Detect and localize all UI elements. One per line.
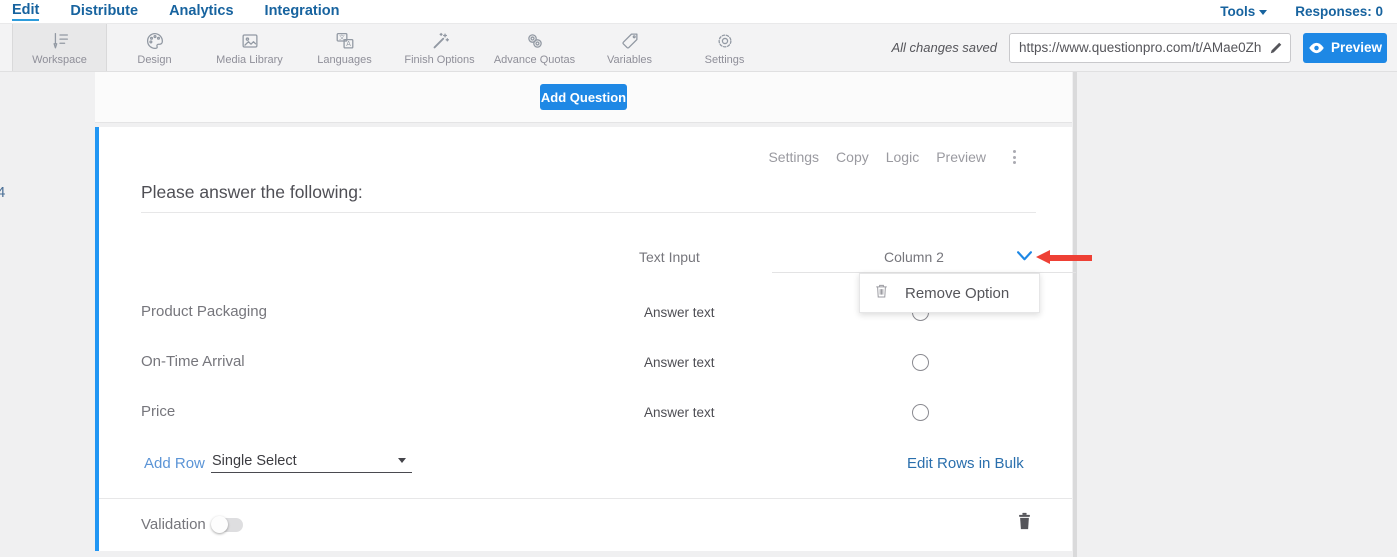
question-settings-link[interactable]: Settings bbox=[768, 149, 819, 165]
row-type-value: Single Select bbox=[212, 453, 297, 469]
nav-tab-integration[interactable]: Integration bbox=[265, 3, 340, 20]
toolbar: Workspace Design Media Library 文 A Langu… bbox=[0, 24, 1397, 72]
kebab-menu-icon[interactable] bbox=[1009, 148, 1020, 166]
caret-down-icon bbox=[1259, 10, 1267, 15]
edit-rows-in-bulk-link[interactable]: Edit Rows in Bulk bbox=[907, 455, 1024, 472]
toolbar-tab-design[interactable]: Design bbox=[107, 24, 202, 71]
remove-option-menu-item[interactable]: Remove Option bbox=[905, 285, 1009, 302]
toolbar-tab-label: Workspace bbox=[32, 54, 87, 66]
toggle-knob bbox=[211, 516, 228, 533]
row-answer-text[interactable]: Answer text bbox=[644, 355, 715, 370]
column2-header[interactable]: Column 2 bbox=[884, 249, 944, 265]
svg-text:A: A bbox=[346, 41, 351, 48]
row-answer-text[interactable]: Answer text bbox=[644, 305, 715, 320]
question-title[interactable]: Please answer the following: bbox=[141, 182, 363, 203]
nav-tab-distribute[interactable]: Distribute bbox=[70, 3, 138, 20]
gear-icon bbox=[714, 30, 736, 52]
radio-button[interactable] bbox=[912, 404, 929, 421]
add-question-button[interactable]: Add Question bbox=[540, 84, 627, 110]
nav-tab-edit[interactable]: Edit bbox=[12, 2, 39, 21]
svg-text:文: 文 bbox=[338, 33, 344, 41]
survey-url-wrap bbox=[1009, 33, 1291, 63]
tools-menu-button[interactable]: Tools bbox=[1220, 4, 1267, 19]
toolbar-tab-label: Advance Quotas bbox=[494, 54, 575, 66]
chevron-down-icon[interactable] bbox=[1017, 251, 1032, 261]
translate-icon: 文 A bbox=[334, 30, 356, 52]
chain-links-icon bbox=[524, 30, 546, 52]
responses-count-link[interactable]: Responses: 0 bbox=[1295, 4, 1383, 19]
top-nav-right: Tools Responses: 0 bbox=[1220, 4, 1383, 19]
row-label[interactable]: On-Time Arrival bbox=[141, 353, 245, 370]
column1-header[interactable]: Text Input bbox=[639, 249, 700, 265]
row-answer-text[interactable]: Answer text bbox=[644, 405, 715, 420]
question-preview-link[interactable]: Preview bbox=[936, 149, 986, 165]
toolbar-tab-label: Design bbox=[137, 54, 171, 66]
toolbar-tab-media-library[interactable]: Media Library bbox=[202, 24, 297, 71]
image-icon bbox=[239, 30, 261, 52]
radio-button[interactable] bbox=[912, 354, 929, 371]
edit-pencil-icon[interactable] bbox=[1268, 40, 1284, 56]
toolbar-tab-workspace[interactable]: Workspace bbox=[12, 24, 107, 71]
toolbar-tab-label: Finish Options bbox=[404, 54, 474, 66]
top-nav: Edit Distribute Analytics Integration To… bbox=[0, 0, 1397, 24]
toolbar-tab-variables[interactable]: Variables bbox=[582, 24, 677, 71]
row-label[interactable]: Product Packaging bbox=[141, 303, 267, 320]
question-logic-link[interactable]: Logic bbox=[886, 149, 919, 165]
question-card: Settings Copy Logic Preview Please answe… bbox=[95, 127, 1072, 551]
save-status-text: All changes saved bbox=[891, 40, 997, 55]
top-nav-items: Edit Distribute Analytics Integration bbox=[12, 2, 339, 21]
validation-label: Validation bbox=[141, 516, 206, 533]
toolbar-tab-label: Languages bbox=[317, 54, 371, 66]
footer-divider bbox=[99, 498, 1072, 499]
row-type-select[interactable]: Single Select bbox=[211, 449, 412, 473]
toolbar-right: All changes saved Preview bbox=[891, 24, 1397, 71]
toolbar-tab-languages[interactable]: 文 A Languages bbox=[297, 24, 392, 71]
title-divider bbox=[141, 212, 1036, 213]
toolbar-tab-finish-options[interactable]: Finish Options bbox=[392, 24, 487, 71]
delete-question-trash-icon[interactable] bbox=[1016, 511, 1033, 531]
toolbar-tab-label: Variables bbox=[607, 54, 652, 66]
scrollbar-track[interactable] bbox=[1073, 72, 1077, 557]
select-caret-icon bbox=[398, 458, 406, 463]
add-row-link[interactable]: Add Row bbox=[144, 455, 205, 472]
palette-icon bbox=[144, 30, 166, 52]
column-dropdown-menu: Remove Option bbox=[859, 273, 1040, 313]
eye-icon bbox=[1308, 42, 1325, 54]
nav-tab-analytics[interactable]: Analytics bbox=[169, 3, 233, 20]
toolbar-tab-settings[interactable]: Settings bbox=[677, 24, 772, 71]
question-copy-link[interactable]: Copy bbox=[836, 149, 869, 165]
add-question-bar: Add Question bbox=[95, 72, 1072, 123]
validation-toggle[interactable] bbox=[212, 518, 243, 532]
toolbar-tab-advance-quotas[interactable]: Advance Quotas bbox=[487, 24, 582, 71]
preview-button[interactable]: Preview bbox=[1303, 33, 1387, 63]
pen-list-icon bbox=[49, 30, 71, 52]
survey-url-input[interactable] bbox=[1009, 33, 1291, 63]
toolbar-tab-label: Settings bbox=[705, 54, 745, 66]
row-label[interactable]: Price bbox=[141, 403, 175, 420]
wand-icon bbox=[429, 30, 451, 52]
question-actions: Settings Copy Logic Preview bbox=[768, 148, 1020, 166]
tag-icon bbox=[619, 30, 641, 52]
question-number: 4 bbox=[0, 184, 5, 201]
trash-icon bbox=[873, 282, 890, 305]
toolbar-tab-label: Media Library bbox=[216, 54, 283, 66]
